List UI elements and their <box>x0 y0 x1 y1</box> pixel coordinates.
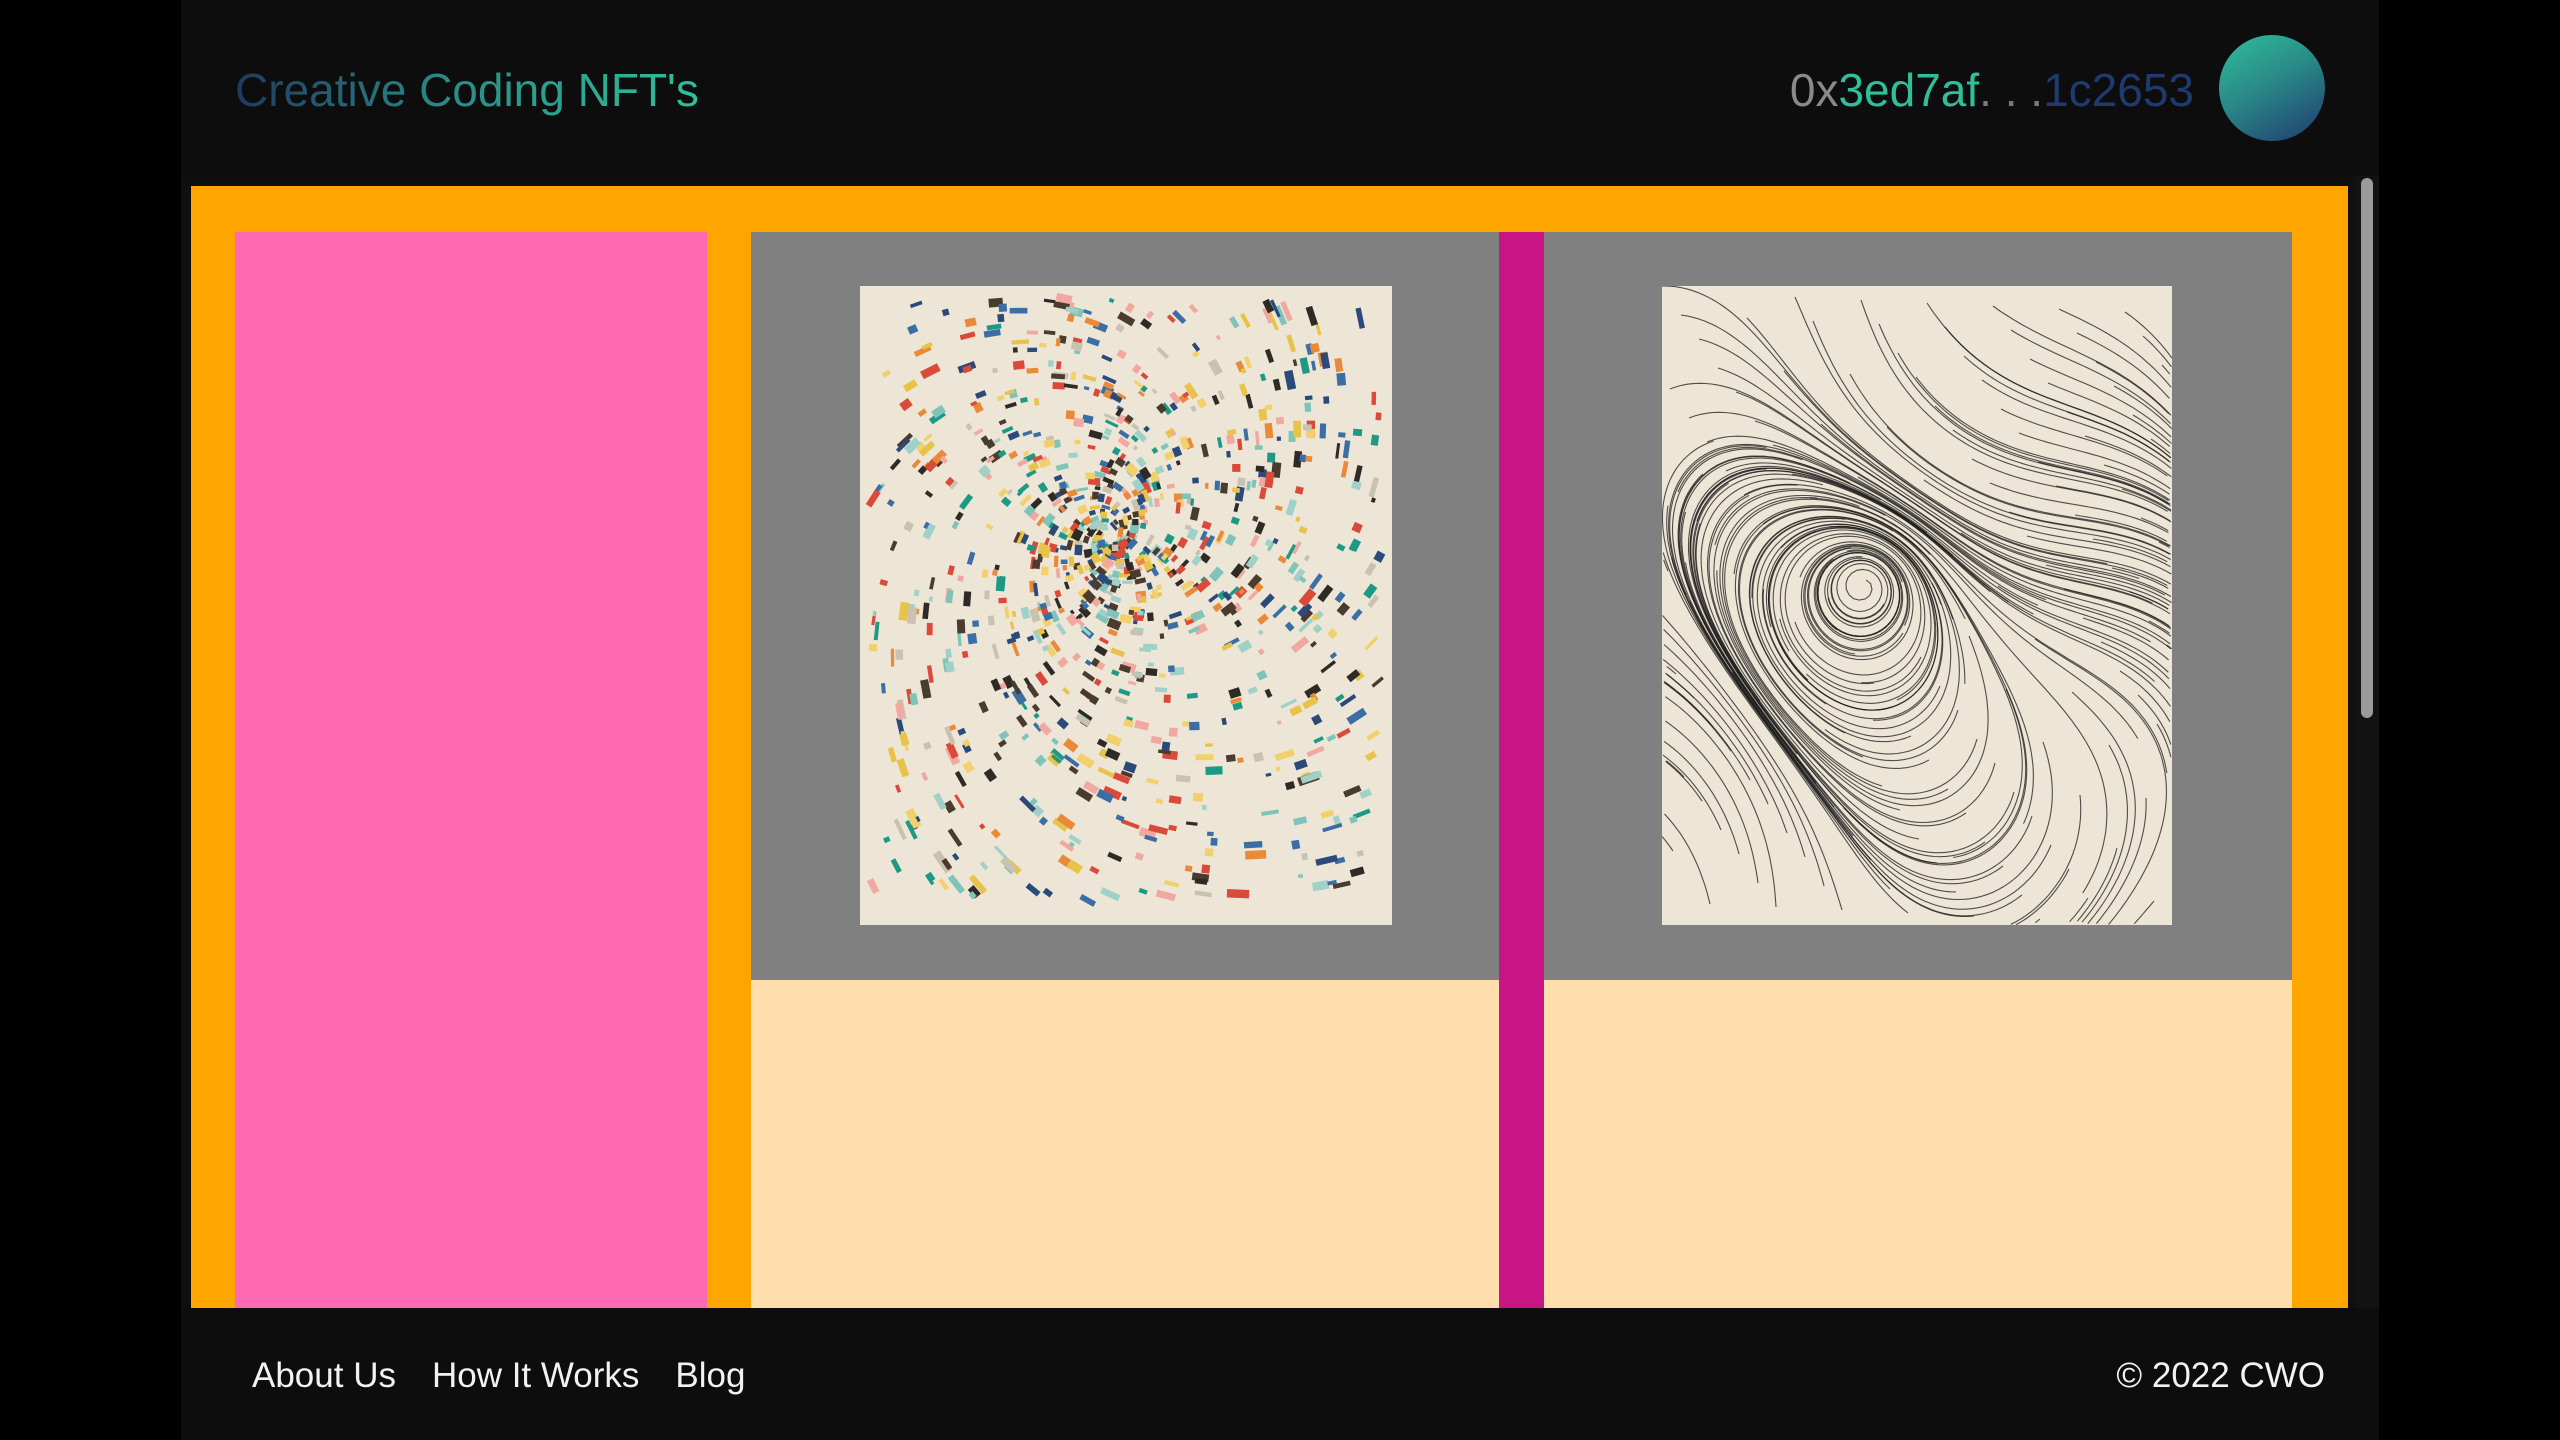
footer-link-about-us[interactable]: About Us <box>252 1352 396 1400</box>
avatar-orb-icon[interactable] <box>2219 35 2325 141</box>
nft-card[interactable] <box>751 232 1499 1308</box>
footer-nav: About Us How It Works Blog <box>252 1352 745 1400</box>
gallery-main <box>191 186 2348 1308</box>
card-media <box>1544 232 2292 980</box>
site-footer: About Us How It Works Blog © 2022 CWO <box>181 1308 2379 1440</box>
wallet-end: 1c2653 <box>2043 64 2194 116</box>
wallet-prefix: 0x <box>1789 64 1839 116</box>
footer-link-how-it-works[interactable]: How It Works <box>432 1352 639 1400</box>
app-window: Creative Coding NFT's 0x3ed7af. . .1c265… <box>181 0 2379 1440</box>
card-media <box>751 232 1499 980</box>
wallet-ellipsis: . . . <box>1979 64 2044 116</box>
wallet-start: 3ed7af <box>1838 64 1980 116</box>
vertical-scrollbar[interactable] <box>2355 176 2379 1308</box>
scrollbar-thumb[interactable] <box>2361 178 2373 718</box>
footer-link-blog[interactable]: Blog <box>675 1352 745 1400</box>
copyright-text: © 2022 CWO <box>2116 1356 2325 1395</box>
site-header: Creative Coding NFT's 0x3ed7af. . .1c265… <box>181 0 2379 176</box>
sidebar-panel <box>235 232 707 1308</box>
colorful-swirl-artwork[interactable] <box>860 286 1392 925</box>
site-title[interactable]: Creative Coding NFT's <box>235 58 699 122</box>
nft-card[interactable] <box>1544 232 2292 1308</box>
wallet-address[interactable]: 0x3ed7af. . .1c2653 <box>1790 58 2194 122</box>
card-divider <box>1499 232 1544 1308</box>
flow-field-lines-artwork[interactable] <box>1662 286 2172 925</box>
